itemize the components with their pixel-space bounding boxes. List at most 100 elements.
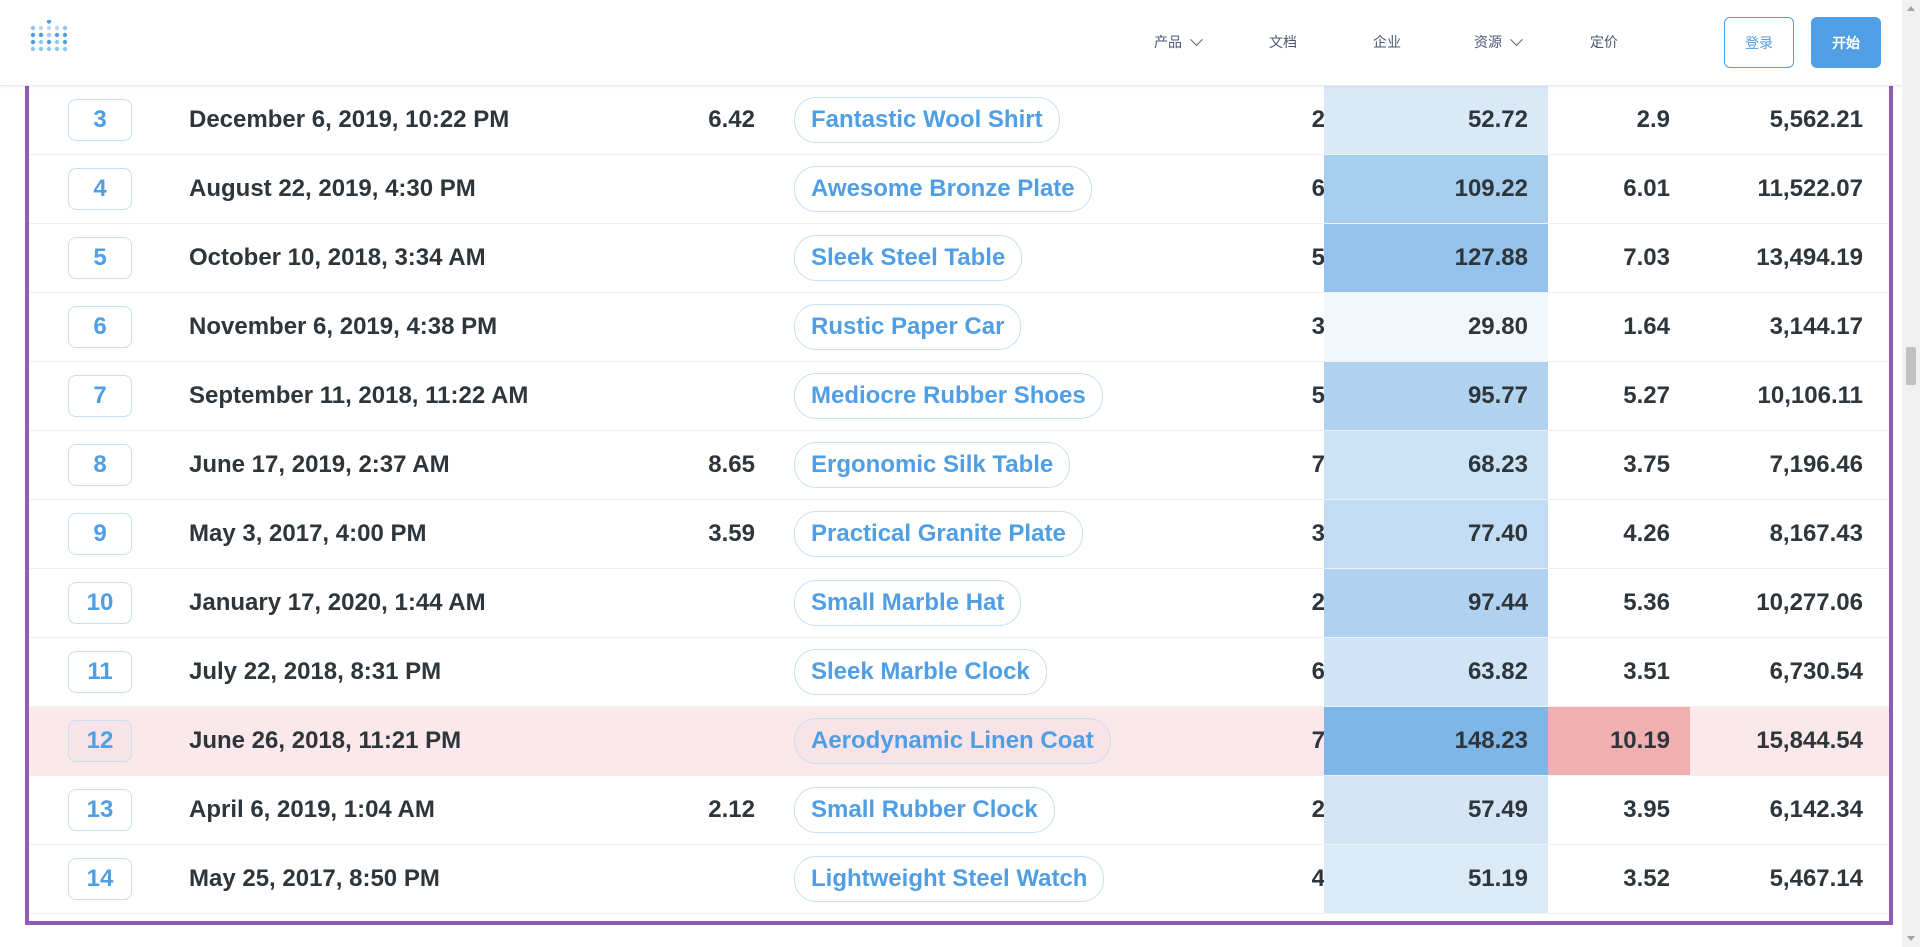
tax-cell — [629, 569, 755, 637]
created-at-cell: May 25, 2017, 8:50 PM — [189, 865, 440, 892]
page-scrollbar[interactable] — [1902, 0, 1920, 947]
product-link[interactable]: Small Rubber Clock — [794, 787, 1055, 833]
id-link[interactable]: 11 — [68, 651, 132, 693]
product-link[interactable]: Sleek Marble Clock — [794, 649, 1047, 695]
id-cell: 14 — [67, 845, 133, 913]
tax-cell — [629, 362, 755, 430]
quantity-cell: 2 — [1311, 589, 1325, 616]
id-cell: 12 — [67, 707, 133, 775]
product-link[interactable]: Mediocre Rubber Shoes — [794, 373, 1103, 419]
nav-resources[interactable]: 资源 — [1474, 32, 1523, 52]
product-cell: Sleek Marble Clock — [794, 638, 1047, 706]
id-cell: 6 — [67, 293, 133, 361]
data-table: 3 December 6, 2019, 10:22 PM 6.42 Fantastic… — [25, 60, 1893, 925]
id-cell: 3 — [67, 86, 133, 154]
table-row[interactable]: 8 June 17, 2019, 2:37 AM 8.65 Ergonomic Sil… — [29, 431, 1889, 500]
id-link[interactable]: 14 — [68, 858, 132, 900]
subtotal-cell: 148.23 — [1324, 707, 1548, 775]
total-cell: 5,562.21 — [1769, 106, 1863, 133]
login-button[interactable]: 登录 — [1724, 17, 1794, 68]
table-row[interactable]: 13 April 6, 2019, 1:04 AM 2.12 Small Rubber… — [29, 776, 1889, 845]
total-cell: 6,730.54 — [1769, 658, 1863, 685]
product-link[interactable]: Fantastic Wool Shirt — [794, 97, 1060, 143]
id-cell: 4 — [67, 155, 133, 223]
id-link[interactable]: 6 — [68, 306, 132, 348]
id-link[interactable]: 4 — [68, 168, 132, 210]
subtotal-cell: 77.40 — [1324, 500, 1548, 568]
created-at-cell: April 6, 2019, 1:04 AM — [189, 796, 435, 823]
total-cell: 10,106.11 — [1757, 382, 1863, 409]
table-row[interactable]: 12 June 26, 2018, 11:21 PM Aerodynamic Lin… — [29, 707, 1889, 776]
quantity-cell: 4 — [1311, 865, 1325, 892]
id-link[interactable]: 5 — [68, 237, 132, 279]
id-link[interactable]: 8 — [68, 444, 132, 486]
discount-cell: 5.36 — [1623, 589, 1670, 616]
scroll-down-arrow-icon[interactable] — [1907, 936, 1915, 941]
tax-cell — [629, 155, 755, 223]
tax-cell: 2.12 — [708, 796, 755, 823]
nav-resources-label: 资源 — [1474, 34, 1502, 50]
top-header: 产品 文档 企业 资源 定价 登录 开始 — [0, 0, 1902, 86]
tax-cell — [629, 638, 755, 706]
discount-cell: 3.51 — [1623, 658, 1670, 685]
created-at-cell: December 6, 2019, 10:22 PM — [189, 106, 510, 133]
nav-pricing-label: 定价 — [1590, 34, 1618, 50]
subtotal-cell: 57.49 — [1324, 776, 1548, 844]
table-row[interactable]: 7 September 11, 2018, 11:22 AM Mediocre Ru… — [29, 362, 1889, 431]
table-row[interactable]: 3 December 6, 2019, 10:22 PM 6.42 Fantastic… — [29, 86, 1889, 155]
nav-docs[interactable]: 文档 — [1269, 32, 1297, 52]
id-link[interactable]: 3 — [68, 99, 132, 141]
product-cell: Aerodynamic Linen Coat — [794, 707, 1111, 775]
id-link[interactable]: 9 — [68, 513, 132, 555]
discount-cell: 3.95 — [1623, 796, 1670, 823]
table-row[interactable]: 10 January 17, 2020, 1:44 AM Small Marble … — [29, 569, 1889, 638]
table-row[interactable]: 6 November 6, 2019, 4:38 PM Rustic Paper C… — [29, 293, 1889, 362]
table-row[interactable]: 9 May 3, 2017, 4:00 PM 3.59 Practical Grani… — [29, 500, 1889, 569]
product-link[interactable]: Small Marble Hat — [794, 580, 1022, 626]
nav-enterprise[interactable]: 企业 — [1373, 32, 1401, 52]
tax-cell — [629, 293, 755, 361]
created-at-cell: October 10, 2018, 3:34 AM — [189, 244, 486, 271]
product-link[interactable]: Lightweight Steel Watch — [794, 856, 1105, 902]
discount-cell: 3.52 — [1623, 865, 1670, 892]
table-body: 3 December 6, 2019, 10:22 PM 6.42 Fantastic… — [29, 61, 1889, 914]
nav-products[interactable]: 产品 — [1154, 32, 1203, 52]
total-cell: 5,467.14 — [1769, 865, 1863, 892]
scroll-up-arrow-icon[interactable] — [1907, 6, 1915, 11]
product-link[interactable]: Ergonomic Silk Table — [794, 442, 1071, 488]
scrollbar-thumb[interactable] — [1906, 347, 1916, 385]
subtotal-cell: 95.77 — [1324, 362, 1548, 430]
product-link[interactable]: Rustic Paper Car — [794, 304, 1022, 350]
id-link[interactable]: 10 — [68, 582, 132, 624]
table-row[interactable]: 4 August 22, 2019, 4:30 PM Awesome Bronze … — [29, 155, 1889, 224]
discount-cell: 2.9 — [1636, 106, 1670, 133]
table-row[interactable]: 14 May 25, 2017, 8:50 PM Lightweight Steel… — [29, 845, 1889, 914]
product-link[interactable]: Sleek Steel Table — [794, 235, 1023, 281]
table-row[interactable]: 5 October 10, 2018, 3:34 AM Sleek Steel Ta… — [29, 224, 1889, 293]
chevron-down-icon — [1190, 32, 1203, 46]
product-link[interactable]: Aerodynamic Linen Coat — [794, 718, 1111, 764]
tax-cell: 3.59 — [708, 520, 755, 547]
id-link[interactable]: 7 — [68, 375, 132, 417]
start-button[interactable]: 开始 — [1811, 17, 1881, 68]
id-cell: 5 — [67, 224, 133, 292]
id-link[interactable]: 12 — [68, 720, 132, 762]
subtotal-cell: 97.44 — [1324, 569, 1548, 637]
total-cell: 15,844.54 — [1756, 727, 1863, 754]
discount-cell: 7.03 — [1623, 244, 1670, 271]
metabase-logo-icon[interactable] — [30, 20, 68, 58]
chevron-down-icon — [1510, 32, 1523, 46]
product-link[interactable]: Practical Granite Plate — [794, 511, 1083, 557]
product-cell: Lightweight Steel Watch — [794, 845, 1105, 913]
nav-pricing[interactable]: 定价 — [1590, 32, 1618, 52]
quantity-cell: 6 — [1311, 175, 1325, 202]
tax-cell — [629, 707, 755, 775]
id-link[interactable]: 13 — [68, 789, 132, 831]
table-row[interactable]: 11 July 22, 2018, 8:31 PM Sleek Marble Clo… — [29, 638, 1889, 707]
quantity-cell: 5 — [1311, 382, 1325, 409]
id-cell: 9 — [67, 500, 133, 568]
nav-docs-label: 文档 — [1269, 34, 1297, 50]
product-cell: Rustic Paper Car — [794, 293, 1022, 361]
product-link[interactable]: Awesome Bronze Plate — [794, 166, 1092, 212]
total-cell: 8,167.43 — [1769, 520, 1863, 547]
